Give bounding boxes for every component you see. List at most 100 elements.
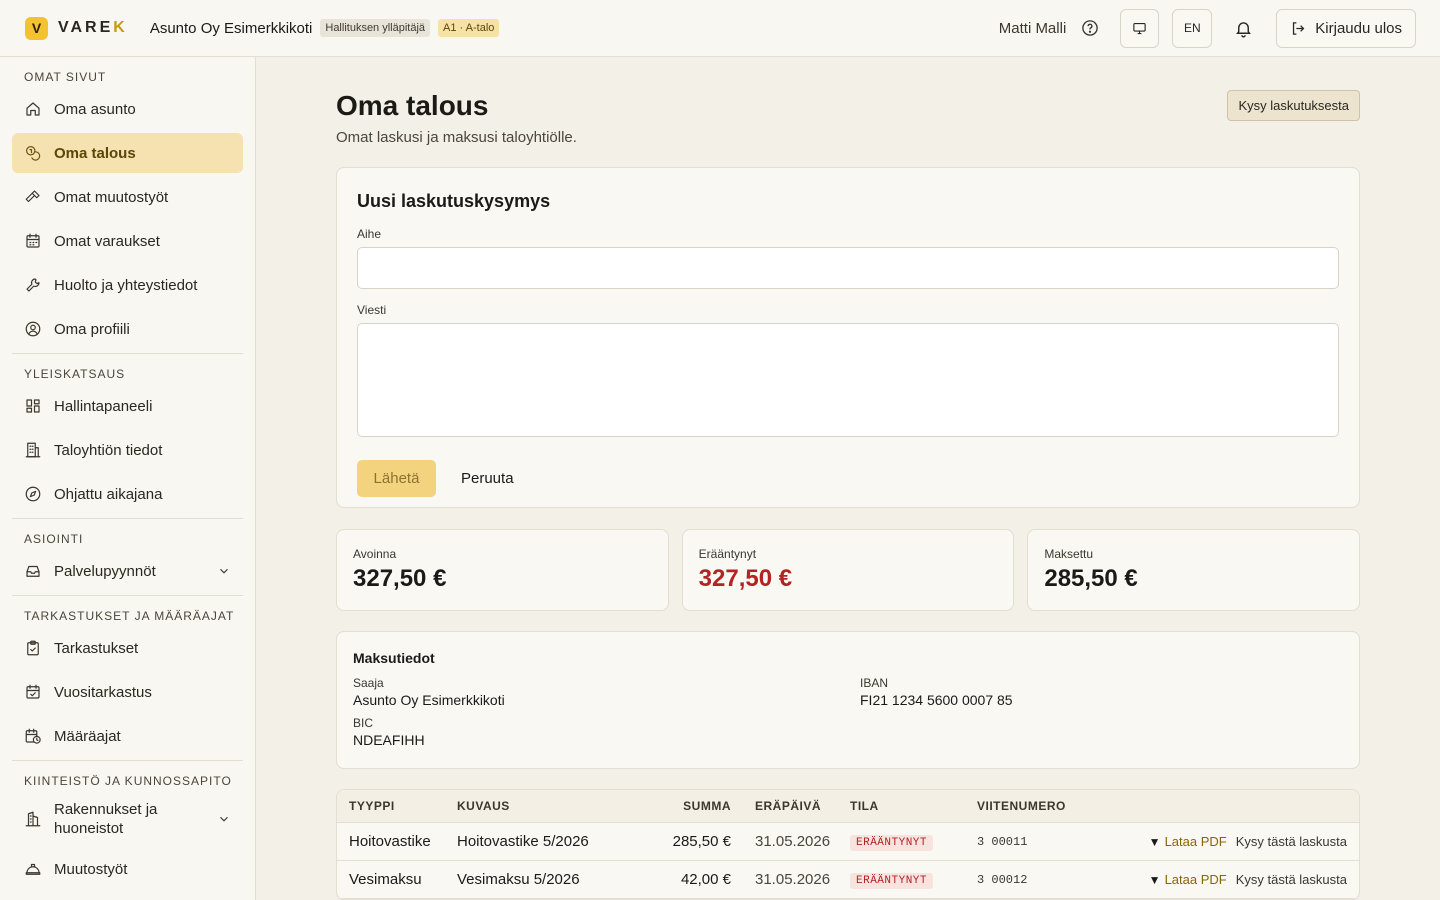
cell-amount: 42,00 € bbox=[680, 871, 731, 888]
page-title: Oma talous bbox=[336, 90, 489, 121]
iban-block: IBAN FI21 1234 5600 0007 85 bbox=[860, 676, 1013, 708]
sidebar-item-label: Oma profiili bbox=[54, 320, 130, 338]
sidebar-item-omat-varaukset[interactable]: Omat varaukset bbox=[12, 221, 243, 261]
sidebar-item-tarkastukset[interactable]: Tarkastukset bbox=[12, 628, 243, 668]
sidebar-item-label: Omat varaukset bbox=[54, 232, 160, 250]
bic-value: NDEAFIHH bbox=[353, 732, 425, 748]
user-circle-icon bbox=[24, 320, 42, 338]
dashboard-icon bbox=[24, 397, 42, 415]
logout-button[interactable]: Kirjaudu ulos bbox=[1276, 8, 1416, 48]
role-badge: Hallituksen ylläpitäjä bbox=[320, 19, 431, 37]
hardhat-icon bbox=[24, 860, 42, 878]
notifications-button[interactable] bbox=[1224, 9, 1263, 48]
table-body: Hoitovastike Hoitovastike 5/2026 285,50 € 3… bbox=[337, 823, 1359, 899]
inbox-icon bbox=[24, 562, 42, 580]
sidebar-item-rakennukset-ja-huoneistot[interactable]: Rakennukset ja huoneistot bbox=[12, 793, 243, 845]
chevron-down-icon[interactable] bbox=[217, 564, 231, 578]
sidebar-item-muutostyöt[interactable]: Muutostyöt bbox=[12, 849, 243, 889]
cell-status: ERÄÄNTYNYT bbox=[850, 832, 977, 851]
sidebar-group: Palvelupyynnöt bbox=[0, 551, 255, 591]
sidebar-item-hallintapaneeli[interactable]: Hallintapaneeli bbox=[12, 386, 243, 426]
expand-triangle-icon[interactable]: ▼ bbox=[1149, 873, 1161, 887]
payment-title: Maksutiedot bbox=[353, 650, 435, 666]
message-textarea[interactable] bbox=[357, 323, 1339, 437]
sidebar-item-label: Huolto ja yhteystiedot bbox=[54, 276, 198, 294]
status-badge: ERÄÄNTYNYT bbox=[850, 835, 934, 851]
column-header: SUMMA bbox=[683, 799, 731, 813]
cell-reference: 3 00012 bbox=[977, 872, 1028, 887]
subject-input[interactable] bbox=[357, 247, 1339, 289]
sidebar-item-oma-asunto[interactable]: Oma asunto bbox=[12, 89, 243, 129]
sidebar-group: Hallintapaneeli Taloyhtiön tiedot Ohjattu … bbox=[0, 386, 255, 514]
hammer-icon bbox=[24, 188, 42, 206]
logo-mark: V bbox=[25, 16, 48, 40]
send-button[interactable]: Lähetä bbox=[357, 460, 436, 497]
sidebar-item-label: Ohjattu aikajana bbox=[54, 485, 163, 503]
sidebar-item-vuositarkastus[interactable]: Vuositarkastus bbox=[12, 672, 243, 712]
cell-due-date: 31.05.2026 bbox=[755, 871, 831, 888]
download-pdf-link[interactable]: Lataa PDF bbox=[1165, 834, 1227, 849]
sidebar-item-label: Oma asunto bbox=[54, 100, 136, 118]
help-icon[interactable] bbox=[1080, 18, 1100, 38]
ask-billing-button[interactable]: Kysy laskutuksesta bbox=[1227, 90, 1360, 121]
logo-wordmark: VAREK bbox=[58, 19, 128, 36]
sidebar-heading: ASIOINTI bbox=[24, 532, 84, 546]
sidebar-item-määräajat[interactable]: Määräajat bbox=[12, 716, 243, 756]
recipient-block: Saaja Asunto Oy Esimerkkikoti bbox=[353, 676, 505, 708]
sidebar-item-omat-muutostyöt[interactable]: Omat muutostyöt bbox=[12, 177, 243, 217]
sidebar-item-label: Määräajat bbox=[54, 727, 121, 745]
sidebar-item-taloyhtiön-tiedot[interactable]: Taloyhtiön tiedot bbox=[12, 430, 243, 470]
expand-triangle-icon[interactable]: ▼ bbox=[1149, 835, 1161, 849]
home-icon bbox=[24, 100, 42, 118]
buildings-icon bbox=[24, 810, 42, 828]
page-header: Oma talous Omat laskusi ja maksusi taloy… bbox=[336, 57, 1360, 167]
sidebar-item-oma-profiili[interactable]: Oma profiili bbox=[12, 309, 243, 349]
organization-name: Asunto Oy Esimerkkikoti bbox=[149, 19, 313, 37]
table-row: Hoitovastike Hoitovastike 5/2026 285,50 € 3… bbox=[337, 823, 1359, 861]
recipient-label: Saaja bbox=[353, 676, 384, 690]
building-icon bbox=[24, 441, 42, 459]
language-button[interactable]: EN bbox=[1172, 8, 1213, 48]
row-actions: ▼ Lataa PDF Kysy tästä laskusta bbox=[1149, 872, 1359, 887]
column-header: TILA bbox=[850, 799, 879, 813]
subject-label: Aihe bbox=[357, 227, 382, 241]
cancel-button[interactable]: Peruuta bbox=[461, 470, 514, 487]
wrench-icon bbox=[24, 276, 42, 294]
sidebar-item-oma-talous[interactable]: Oma talous bbox=[12, 133, 243, 173]
sidebar-item-palvelupyynnöt[interactable]: Palvelupyynnöt bbox=[12, 551, 243, 591]
user-name[interactable]: Matti Malli bbox=[999, 20, 1067, 37]
display-mode-button[interactable] bbox=[1120, 8, 1160, 48]
form-title: Uusi laskutuskysymys bbox=[357, 191, 551, 211]
summary-stats: Avoinna 327,50 € Erääntynyt 327,50 € Mak… bbox=[336, 529, 1361, 611]
sidebar-item-label: Taloyhtiön tiedot bbox=[54, 441, 163, 459]
coins-icon bbox=[24, 144, 42, 162]
sidebar-item-label: Tarkastukset bbox=[54, 639, 139, 657]
recipient-value: Asunto Oy Esimerkkikoti bbox=[353, 692, 505, 708]
column-header: KUVAUS bbox=[457, 799, 510, 813]
ask-invoice-link[interactable]: Kysy tästä laskusta bbox=[1236, 834, 1347, 849]
payment-details: Maksutiedot Saaja Asunto Oy Esimerkkikot… bbox=[336, 631, 1360, 769]
chevron-down-icon[interactable] bbox=[217, 812, 231, 826]
sidebar-item-label: Hallintapaneeli bbox=[54, 397, 153, 415]
stat-label: Maksettu bbox=[1044, 547, 1094, 561]
sidebar-heading: KIINTEISTÖ JA KUNNOSSAPITO bbox=[24, 774, 232, 788]
sidebar-item-huolto-ja-yhteystiedot[interactable]: Huolto ja yhteystiedot bbox=[12, 265, 243, 305]
column-header: VIITENUMERO bbox=[977, 799, 1066, 813]
sidebar-item-label: Omat muutostyöt bbox=[54, 188, 169, 206]
calendar-check-icon bbox=[24, 683, 42, 701]
cell-reference: 3 00011 bbox=[977, 834, 1028, 849]
stat-overdue: Erääntynyt 327,50 € bbox=[681, 529, 1015, 611]
sidebar-item-ohjattu-aikajana[interactable]: Ohjattu aikajana bbox=[12, 474, 243, 514]
stat-value: 327,50 € bbox=[698, 565, 793, 592]
logout-icon bbox=[1290, 20, 1307, 37]
ask-invoice-link[interactable]: Kysy tästä laskusta bbox=[1236, 872, 1347, 887]
logout-label: Kirjaudu ulos bbox=[1315, 19, 1402, 37]
column-header: ERÄPÄIVÄ bbox=[755, 799, 822, 813]
sidebar-item-label: Rakennukset ja huoneistot bbox=[54, 801, 158, 837]
iban-value: FI21 1234 5600 0007 85 bbox=[860, 692, 1013, 708]
logo[interactable]: V VAREK bbox=[25, 16, 128, 40]
download-pdf-link[interactable]: Lataa PDF bbox=[1165, 872, 1227, 887]
stat-label: Avoinna bbox=[353, 547, 397, 561]
compass-icon bbox=[24, 485, 42, 503]
table-row: Vesimaksu Vesimaksu 5/2026 42,00 € 31.05.20… bbox=[337, 861, 1359, 899]
